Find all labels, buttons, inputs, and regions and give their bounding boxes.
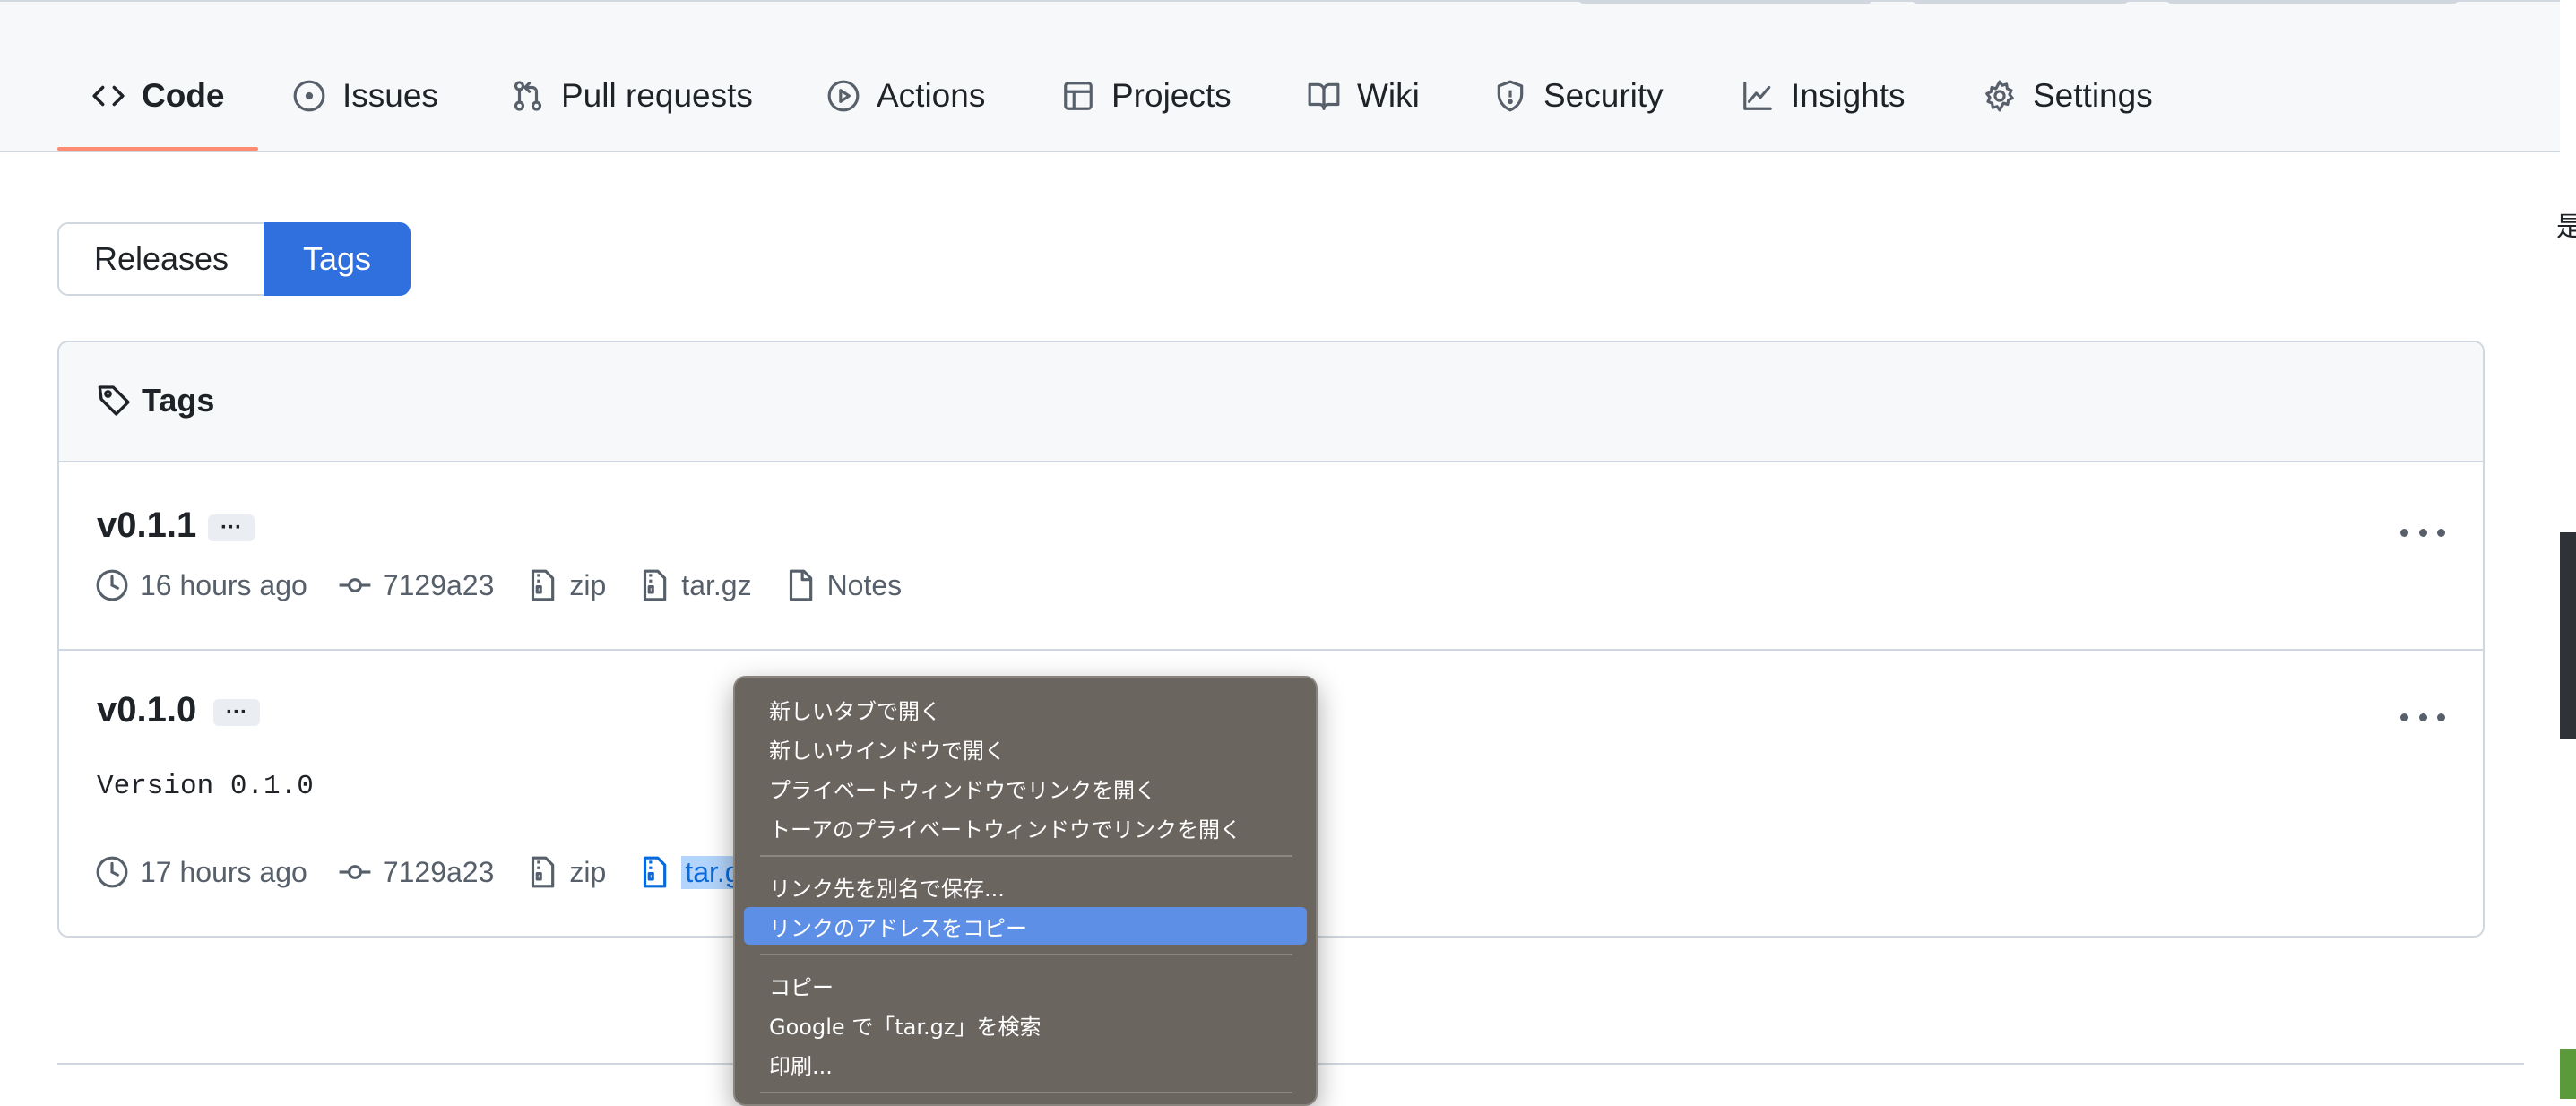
kebab-dot: [2418, 528, 2427, 537]
side-window-glyph: 是: [2556, 212, 2576, 242]
menu-item-open-new-tab[interactable]: 新しいタブで開く: [744, 690, 1307, 728]
kebab-dot: [2437, 713, 2445, 721]
tag-time-text: 17 hours ago: [140, 855, 307, 888]
notes-label: Notes: [826, 568, 903, 601]
file-zip-icon: [644, 856, 667, 888]
tab-settings[interactable]: Settings: [1983, 63, 2153, 129]
more-options-button[interactable]: [2400, 523, 2445, 541]
git-commit-icon: [339, 578, 371, 592]
issue-opened-icon: [293, 80, 325, 112]
tag-meta-row: 17 hours ago 7129a23 zip tar.gz: [95, 855, 790, 889]
tab-code[interactable]: Code: [91, 63, 225, 129]
clock-icon: [96, 569, 128, 601]
gear-icon: [1985, 80, 2014, 112]
tags-toggle[interactable]: Tags: [264, 222, 411, 296]
file-zip-icon: [532, 856, 555, 888]
shield-icon: [1497, 80, 1524, 112]
header-button-stub[interactable]: [2167, 0, 2458, 4]
menu-item-copy-link-address[interactable]: リンクのアドレスをコピー: [744, 907, 1307, 945]
expand-message-button[interactable]: ···: [208, 514, 255, 541]
menu-separator: [760, 1092, 1292, 1093]
tab-label: Actions: [877, 77, 986, 114]
tab-label: Pull requests: [561, 77, 753, 114]
menu-item-open-tor-window[interactable]: トーアのプライベートウィンドウでリンクを開く: [744, 808, 1307, 846]
book-icon: [1308, 82, 1340, 110]
selected-tab-indicator: [57, 147, 258, 151]
menu-item-copy[interactable]: コピー: [744, 966, 1307, 1004]
file-zip-icon: [532, 569, 555, 601]
notes-link[interactable]: Notes: [782, 568, 903, 602]
tab-pull-requests[interactable]: Pull requests: [511, 63, 753, 129]
tag-icon: [98, 385, 130, 416]
git-pull-request-icon: [514, 81, 542, 111]
menu-separator: [760, 954, 1292, 955]
menu-item-open-new-window[interactable]: 新しいウインドウで開く: [744, 730, 1307, 767]
zip-label: zip: [569, 568, 607, 601]
menu-item-open-private-window[interactable]: プライベートウィンドウでリンクを開く: [744, 769, 1307, 807]
tag-meta-row: 16 hours ago 7129a23 zip tar.gz Notes: [95, 568, 932, 602]
tag-time: 16 hours ago: [95, 568, 307, 602]
tag-time: 17 hours ago: [95, 855, 307, 889]
zip-label: zip: [569, 855, 607, 888]
tab-label: Issues: [342, 77, 438, 114]
tab-label: Insights: [1791, 77, 1906, 114]
tab-projects[interactable]: Projects: [1061, 63, 1232, 129]
commit-sha: 7129a23: [382, 855, 495, 888]
tab-insights[interactable]: Insights: [1741, 63, 1906, 129]
tag-name-link[interactable]: v0.1.0: [97, 690, 196, 730]
tags-box-title-text: Tags: [142, 382, 215, 419]
tags-box-title: Tags: [97, 382, 214, 419]
menu-item-search-google[interactable]: Google で「tar.gz」を検索: [744, 1006, 1307, 1043]
tab-label: Wiki: [1357, 77, 1420, 114]
commit-sha: 7129a23: [382, 568, 495, 601]
header-button-stub[interactable]: [1913, 0, 2128, 4]
tab-issues[interactable]: Issues: [292, 63, 438, 129]
header-button-stub[interactable]: [1579, 0, 1871, 4]
tag-name-link[interactable]: v0.1.1: [97, 505, 196, 546]
table-icon: [1064, 82, 1093, 110]
tab-security[interactable]: Security: [1493, 63, 1664, 129]
tags-box-header: Tags: [59, 342, 2483, 462]
graph-icon: [1743, 82, 1772, 110]
tag-message: Version 0.1.0: [97, 771, 314, 802]
tab-label: Security: [1543, 77, 1664, 114]
tab-label: Code: [142, 77, 225, 114]
clock-icon: [96, 856, 128, 888]
file-zip-icon: [644, 569, 667, 601]
menu-separator: [760, 855, 1292, 857]
more-options-button[interactable]: [2400, 708, 2445, 726]
zip-download-link[interactable]: zip: [524, 568, 606, 602]
code-icon: [92, 85, 125, 107]
kebab-dot: [2400, 713, 2408, 721]
kebab-dot: [2400, 528, 2408, 537]
targz-label: tar.gz: [681, 568, 752, 601]
tab-label: Projects: [1111, 77, 1232, 114]
kebab-dot: [2418, 713, 2427, 721]
tab-wiki[interactable]: Wiki: [1307, 63, 1420, 129]
context-menu: 新しいタブで開く 新しいウインドウで開く プライベートウィンドウでリンクを開く …: [733, 676, 1318, 1106]
tab-actions[interactable]: Actions: [826, 63, 985, 129]
kebab-dot: [2437, 528, 2445, 537]
file-icon: [789, 569, 812, 601]
commit-link[interactable]: 7129a23: [338, 855, 495, 889]
releases-toggle[interactable]: Releases: [57, 222, 265, 296]
side-window-edge-green: [2560, 1049, 2576, 1099]
targz-download-link[interactable]: tar.gz: [636, 568, 752, 602]
git-commit-icon: [339, 865, 371, 879]
commit-link[interactable]: 7129a23: [338, 568, 495, 602]
menu-item-print[interactable]: 印刷...: [744, 1045, 1307, 1083]
tag-time-text: 16 hours ago: [140, 568, 307, 601]
play-icon: [827, 80, 860, 112]
tab-label: Settings: [2033, 77, 2153, 114]
row-divider: [59, 649, 2483, 651]
zip-download-link[interactable]: zip: [524, 855, 606, 889]
repo-nav: Code Issues Pull requests Actions Projec…: [0, 0, 2560, 152]
expand-message-button[interactable]: ···: [213, 699, 260, 726]
side-window-edge-dark: [2560, 532, 2576, 739]
menu-item-save-link-as[interactable]: リンク先を別名で保存...: [744, 868, 1307, 905]
